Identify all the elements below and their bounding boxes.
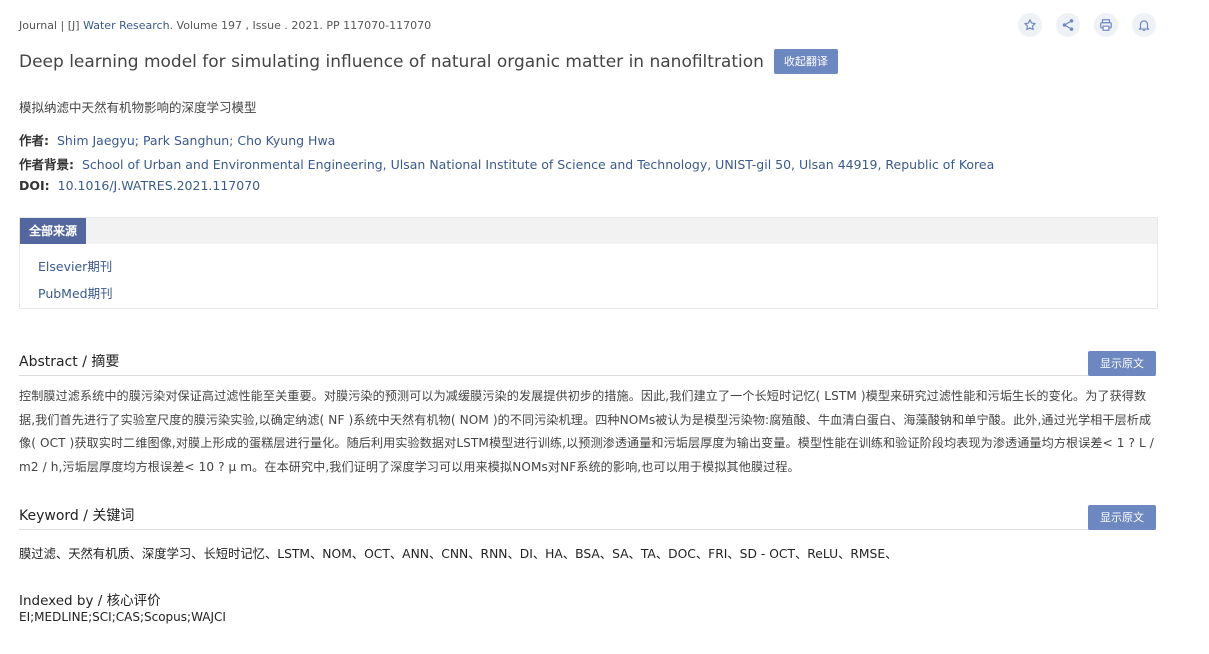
- authors-value[interactable]: Shim Jaegyu; Park Sanghun; Cho Kyung Hwa: [57, 133, 335, 148]
- share-icon: [1062, 19, 1074, 31]
- keyword-show-original-button[interactable]: 显示原文: [1088, 505, 1156, 530]
- favorite-button[interactable]: [1018, 13, 1042, 37]
- affiliation-row: 作者背景: School of Urban and Environmental E…: [19, 154, 994, 173]
- subscribe-button[interactable]: [1132, 13, 1156, 37]
- star-icon: [1024, 19, 1036, 31]
- source-link-elsevier[interactable]: Elsevier期刊: [38, 256, 112, 275]
- authors-label: 作者:: [19, 133, 49, 148]
- bell-icon: [1138, 20, 1150, 31]
- article-title: Deep learning model for simulating influ…: [19, 51, 764, 72]
- tab-all-sources[interactable]: 全部来源: [20, 218, 87, 244]
- keyword-header: Keyword / 关键词 显示原文: [19, 505, 1156, 530]
- share-button[interactable]: [1056, 13, 1080, 37]
- affiliation-label: 作者背景:: [19, 157, 74, 172]
- journal-link[interactable]: Water Research: [83, 19, 169, 32]
- doi-row: DOI: 10.1016/J.WATRES.2021.117070: [19, 178, 260, 193]
- abstract-header: Abstract / 摘要 显示原文: [19, 351, 1156, 376]
- sources-header: 全部来源: [20, 218, 1157, 244]
- authors-row: 作者: Shim Jaegyu; Park Sanghun; Cho Kyung …: [19, 130, 335, 149]
- source-prefix: Journal | [J]: [19, 19, 84, 32]
- source-line: Journal | [J] Water Research. Volume 197…: [19, 19, 431, 32]
- abstract-show-original-button[interactable]: 显示原文: [1088, 351, 1156, 376]
- indexed-value: EI;MEDLINE;SCI;CAS;Scopus;WAJCI: [19, 610, 226, 624]
- source-link-pubmed[interactable]: PubMed期刊: [38, 283, 113, 302]
- keyword-list: 膜过滤、天然有机质、深度学习、长短时记忆、LSTM、NOM、OCT、ANN、CN…: [19, 547, 898, 561]
- source-volume: . Volume 197 , Issue . 2021. PP 117070-1…: [169, 19, 432, 32]
- print-icon: [1100, 19, 1112, 31]
- abstract-title: Abstract / 摘要: [19, 354, 120, 370]
- print-button[interactable]: [1094, 13, 1118, 37]
- abstract-text: 控制膜过滤系统中的膜污染对保证高过滤性能至关重要。对膜污染的预测可以为减缓膜污染…: [19, 389, 1154, 474]
- translated-title: 模拟纳滤中天然有机物影响的深度学习模型: [19, 100, 257, 115]
- doi-label: DOI:: [19, 178, 50, 193]
- title-row: Deep learning model for simulating influ…: [19, 49, 838, 74]
- indexed-title: Indexed by / 核心评价: [19, 593, 161, 609]
- collapse-translation-button[interactable]: 收起翻译: [773, 49, 838, 74]
- sources-panel: 全部来源 Elsevier期刊 PubMed期刊: [19, 217, 1158, 309]
- affiliation-value[interactable]: School of Urban and Environmental Engine…: [82, 157, 994, 172]
- action-toolbar: [1018, 13, 1156, 37]
- doi-link[interactable]: 10.1016/J.WATRES.2021.117070: [58, 178, 260, 193]
- keyword-title: Keyword / 关键词: [19, 508, 135, 524]
